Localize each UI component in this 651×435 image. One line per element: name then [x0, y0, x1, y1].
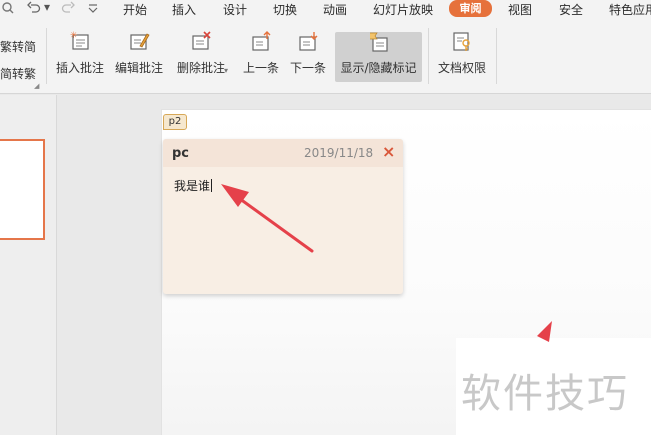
tab-slideshow[interactable]: 幻灯片放映	[373, 1, 433, 18]
app-logo-icon[interactable]	[0, 0, 16, 19]
previous-comment-icon	[250, 30, 272, 52]
comment-date: 2019/11/18	[304, 146, 374, 160]
document-permission-button[interactable]: 文档权限	[436, 30, 488, 86]
menu-bar: ▾ 开始 插入 设计 切换 动画 幻灯片放映 审阅 视图 安全 特色应用	[0, 0, 651, 18]
tab-view[interactable]: 视图	[508, 1, 532, 18]
show-hide-markup-icon	[368, 32, 390, 54]
group-expand-icon[interactable]: ◢	[34, 82, 39, 90]
document-permission-icon	[451, 30, 473, 52]
delete-comment-button[interactable]: 删除批注 ▾	[172, 30, 230, 86]
previous-comment-label: 上一条	[242, 61, 279, 75]
customize-quick-access-icon[interactable]	[88, 0, 98, 19]
document-permission-label: 文档权限	[437, 61, 486, 75]
insert-comment-label: 插入批注	[55, 61, 104, 75]
delete-dropdown-icon[interactable]: ▾	[224, 66, 228, 75]
redo-icon[interactable]	[61, 0, 75, 19]
edit-comment-label: 编辑批注	[114, 61, 163, 75]
delete-comment-label: 删除批注	[176, 61, 225, 75]
tab-design[interactable]: 设计	[223, 1, 247, 18]
undo-icon[interactable]	[27, 0, 41, 19]
simplified-to-traditional-button[interactable]: 简转繁	[0, 65, 36, 82]
next-comment-label: 下一条	[289, 61, 326, 75]
edit-comment-icon	[128, 30, 150, 52]
slide-thumbnail-selected[interactable]	[0, 139, 45, 240]
next-comment-icon	[297, 30, 319, 52]
tab-special-apps[interactable]: 特色应用	[609, 1, 651, 18]
insert-comment-button[interactable]: ✳ 插入批注	[54, 30, 106, 86]
close-icon[interactable]: ×	[382, 142, 395, 161]
ribbon-toolbar: 繁转简 简转繁 ◢ ✳ 插入批注 编辑批注 删除批注 ▾ 上一条 下一条 显示/…	[0, 18, 651, 94]
show-hide-markup-button[interactable]: 显示/隐藏标记	[335, 32, 422, 82]
tab-insert[interactable]: 插入	[172, 1, 196, 18]
slide-thumbnail-pane	[0, 95, 57, 435]
edit-comment-button[interactable]: 编辑批注	[113, 30, 165, 86]
tab-review[interactable]: 审阅	[449, 0, 492, 17]
ribbon-separator	[496, 28, 497, 84]
watermark: 软件技巧	[461, 371, 629, 417]
tab-animations[interactable]: 动画	[323, 1, 347, 18]
next-comment-button[interactable]: 下一条	[287, 30, 329, 86]
traditional-to-simplified-button[interactable]: 繁转简	[0, 38, 36, 55]
tab-transitions[interactable]: 切换	[273, 1, 297, 18]
tab-home[interactable]: 开始	[123, 1, 147, 18]
ribbon-separator	[46, 28, 47, 84]
comment-card[interactable]: pc 2019/11/18 × 我是谁	[163, 139, 403, 294]
comment-marker[interactable]: p2	[163, 114, 187, 130]
show-hide-markup-label: 显示/隐藏标记	[340, 61, 417, 75]
delete-comment-icon	[190, 30, 212, 52]
text-cursor	[211, 179, 213, 192]
insert-comment-icon: ✳	[69, 30, 91, 52]
comment-text: 我是谁	[174, 179, 211, 193]
previous-comment-button[interactable]: 上一条	[240, 30, 282, 86]
svg-text:✳: ✳	[70, 31, 78, 41]
tab-security[interactable]: 安全	[559, 1, 583, 18]
ribbon-separator	[428, 28, 429, 84]
undo-dropdown-icon[interactable]: ▾	[44, 0, 50, 14]
comment-author: pc	[172, 146, 190, 161]
comment-text-field[interactable]: 我是谁	[174, 177, 213, 194]
